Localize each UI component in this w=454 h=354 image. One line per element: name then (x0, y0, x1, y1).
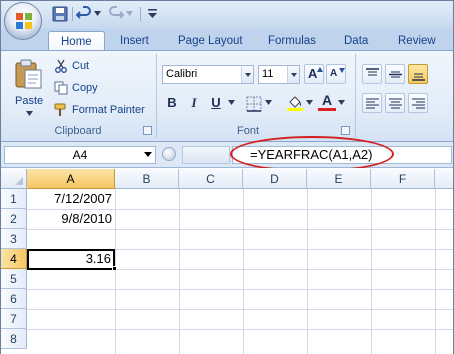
shrink-font-button[interactable]: A (326, 64, 346, 84)
customize-qat-icon[interactable] (148, 9, 157, 19)
column-header-d[interactable]: D (243, 169, 307, 189)
align-center-button[interactable] (385, 93, 405, 113)
copy-button[interactable]: Copy (54, 80, 154, 97)
grow-font-label: A (308, 66, 318, 81)
font-color-icon (318, 108, 336, 111)
paste-icon (15, 59, 42, 89)
tab-data[interactable]: Data (342, 31, 370, 51)
align-left-button[interactable] (362, 93, 382, 113)
cut-label: Cut (72, 60, 90, 72)
column-header-e[interactable]: E (307, 169, 371, 189)
align-right-icon (412, 98, 425, 109)
undo-dropdown-icon[interactable] (94, 11, 101, 16)
formula-bar-resize-handle[interactable] (162, 147, 176, 161)
column-header-b[interactable]: B (115, 169, 179, 189)
copy-label: Copy (72, 82, 98, 94)
clipboard-dialog-launcher[interactable] (143, 126, 152, 135)
save-icon[interactable] (52, 6, 68, 22)
font-dialog-launcher[interactable] (341, 126, 350, 135)
grow-arrow-icon (317, 67, 323, 72)
gridline (27, 329, 453, 330)
paste-label: Paste (15, 95, 44, 107)
column-header-f[interactable]: F (371, 169, 435, 189)
underline-button[interactable]: U (206, 93, 226, 113)
tab-formulas[interactable]: Formulas (266, 31, 318, 51)
fill-color-icon[interactable] (286, 94, 304, 112)
align-top-button[interactable] (362, 64, 382, 84)
row-header-5[interactable]: 5 (1, 269, 27, 289)
clipboard-group-label: Clipboard (54, 125, 102, 137)
chevron-down-icon[interactable] (144, 152, 152, 157)
insert-function-area[interactable] (182, 146, 230, 164)
fill-handle[interactable] (112, 266, 117, 271)
select-all-corner[interactable] (1, 169, 27, 189)
office-button[interactable] (4, 2, 42, 40)
row-header-4[interactable]: 4 (1, 249, 27, 269)
active-cell-border (27, 249, 115, 270)
column-header-a[interactable]: A (27, 169, 115, 189)
cut-icon (55, 59, 67, 73)
align-middle-button[interactable] (385, 64, 405, 84)
qat-separator (140, 7, 141, 21)
gridline (27, 289, 453, 290)
title-bar (1, 1, 453, 29)
redo-icon[interactable] (108, 6, 124, 22)
align-center-icon (389, 98, 402, 109)
shrink-arrow-icon (339, 68, 345, 73)
gridline (27, 309, 453, 310)
cell-a1[interactable]: 7/12/2007 (27, 189, 112, 209)
gridline (27, 229, 453, 230)
chevron-down-icon[interactable] (287, 66, 299, 83)
chevron-down-icon[interactable] (241, 66, 253, 83)
row-header-2[interactable]: 2 (1, 209, 27, 229)
borders-dropdown-icon[interactable] (265, 100, 272, 105)
format-painter-button[interactable]: Format Painter (54, 102, 154, 119)
tab-insert[interactable]: Insert (118, 31, 151, 51)
format-painter-icon (54, 103, 66, 116)
row-header-3[interactable]: 3 (1, 229, 27, 249)
font-size-combo[interactable]: 11 (258, 65, 300, 84)
align-left-icon (366, 98, 379, 109)
undo-icon[interactable] (76, 6, 92, 22)
borders-icon[interactable] (246, 96, 262, 112)
column-header-g[interactable] (435, 169, 453, 189)
align-bottom-icon (412, 73, 425, 81)
name-box[interactable]: A4 (4, 146, 156, 164)
cell-a2[interactable]: 9/8/2010 (27, 209, 112, 229)
grow-font-button[interactable]: A (304, 64, 324, 84)
copy-icon (54, 81, 68, 95)
font-color-dropdown-icon[interactable] (338, 100, 345, 105)
row-header-8[interactable]: 8 (1, 329, 27, 349)
tab-page-layout[interactable]: Page Layout (176, 31, 245, 51)
align-middle-icon (389, 71, 402, 78)
paste-button[interactable]: Paste (6, 56, 52, 120)
qat-separator (72, 7, 73, 21)
shrink-font-label: A (330, 68, 338, 79)
paste-dropdown-icon (26, 111, 33, 116)
row-header-1[interactable]: 1 (1, 189, 27, 209)
redo-dropdown-icon[interactable] (126, 11, 133, 16)
align-bottom-button[interactable] (408, 64, 428, 84)
office-button-icon (16, 13, 32, 29)
group-separator (355, 54, 356, 138)
align-right-button[interactable] (408, 93, 428, 113)
fill-color-dropdown-icon[interactable] (306, 100, 313, 105)
italic-button[interactable]: I (184, 93, 204, 113)
tab-review[interactable]: Review (396, 31, 438, 51)
format-painter-label: Format Painter (72, 104, 145, 116)
highlight-ellipse (230, 136, 394, 172)
bold-button[interactable]: B (162, 93, 182, 113)
font-name-combo[interactable]: Calibri (162, 65, 254, 84)
font-color-button[interactable]: A (318, 92, 336, 108)
underline-dropdown-icon[interactable] (228, 100, 235, 105)
cut-button[interactable]: Cut (54, 58, 154, 75)
align-top-icon (366, 68, 379, 76)
font-name-value: Calibri (166, 68, 198, 80)
row-header-6[interactable]: 6 (1, 289, 27, 309)
column-header-c[interactable]: C (179, 169, 243, 189)
font-size-value: 11 (262, 68, 274, 80)
group-separator (156, 54, 157, 138)
row-header-7[interactable]: 7 (1, 309, 27, 329)
tab-home[interactable]: Home (48, 31, 105, 51)
